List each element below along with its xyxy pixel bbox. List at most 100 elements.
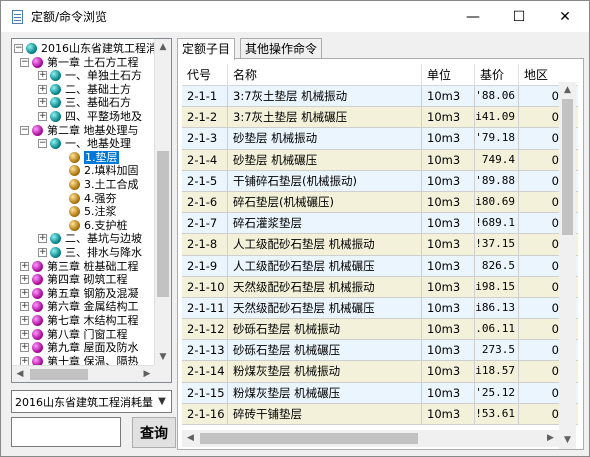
column-header-code[interactable]: 代号 <box>182 64 228 86</box>
tree-item[interactable]: 3.土工合成 <box>56 178 139 191</box>
scroll-right-icon[interactable]: ▶ <box>139 366 155 382</box>
tree-item-label: 第五章 钢筋及混凝 <box>47 286 139 300</box>
table-row[interactable]: 2-1-13 砂砾石垫层 机械碾压 10m3 273.5 0 <box>182 340 578 362</box>
table-row[interactable]: 2-1-15 粉煤灰垫层 机械碾压 10m3'25.12 0 <box>182 382 578 404</box>
expand-icon[interactable]: + <box>38 71 47 81</box>
column-header-base-price[interactable]: 基价 <box>475 64 519 86</box>
maximize-button[interactable]: ☐ <box>496 1 542 32</box>
table-row[interactable]: 2-1-10 天然级配砂石垫层 机械振动 10m3 i98.15 0 <box>182 276 578 298</box>
column-header-name[interactable]: 名称 <box>228 64 422 86</box>
cell-base-price: i80.69 <box>475 191 519 213</box>
scroll-right-icon[interactable]: ▶ <box>542 430 559 447</box>
table-row[interactable]: 2-1-2 3:7灰土垫层 机械碾压 10m3 i41.09 0 <box>182 107 578 129</box>
quota-library-select[interactable]: 2016山东省建筑工程消耗量 ▼ <box>11 390 172 413</box>
scroll-left-icon[interactable]: ◀ <box>182 430 199 447</box>
tree-item[interactable]: − 第二章 地基处理与 <box>20 124 139 137</box>
tree-vertical-scrollbar[interactable]: ▲ ▼ <box>154 39 171 366</box>
scroll-down-icon[interactable]: ▼ <box>559 432 576 449</box>
tree-item[interactable]: 1.垫层 <box>56 150 119 164</box>
table-row[interactable]: 2-1-11 天然级配砂石垫层 机械碾压 10m3 i86.13 0 <box>182 297 578 320</box>
tree-item[interactable]: + 第五章 钢筋及混凝 <box>20 287 139 300</box>
tree-vscroll-thumb[interactable] <box>157 151 169 297</box>
cell-region: 0 <box>551 110 559 125</box>
tree-item[interactable]: 4.强夯 <box>56 192 117 205</box>
tree-item[interactable]: + 四、平整场地及 <box>38 110 142 123</box>
tree-item[interactable]: 5.注浆 <box>56 205 117 218</box>
tree-item[interactable]: + 第八章 门窗工程 <box>20 328 128 341</box>
table-row[interactable]: 2-1-7 碎石灌浆垫层 10m3 !689.1 0 <box>182 213 578 235</box>
tree-item[interactable]: + 第九章 屋面及防水 <box>20 341 139 354</box>
table-row[interactable]: 2-1-16 碎砖干铺垫层 10m3 !53.61 0 <box>182 403 578 425</box>
collapse-icon[interactable]: − <box>20 125 29 135</box>
expand-icon[interactable]: + <box>20 302 29 312</box>
tree-item[interactable]: + 一、单独土石方 <box>38 69 142 82</box>
cell-code: 2-1-4 <box>182 149 228 170</box>
close-button[interactable]: ✕ <box>542 1 588 32</box>
expand-icon[interactable]: + <box>20 275 29 285</box>
tree-horizontal-scrollbar[interactable]: ◀ ▶ <box>12 365 155 382</box>
tree-item[interactable]: + 三、基础石方 <box>38 96 131 109</box>
minimize-button[interactable]: — <box>450 1 496 32</box>
table-row[interactable]: 2-1-12 砂砾石垫层 机械振动 10m3.06.11 0 <box>182 319 578 341</box>
tree-item[interactable]: − 第一章 土石方工程 <box>20 56 139 69</box>
cell-name: 粉煤灰垫层 机械碾压 <box>228 382 422 403</box>
expand-icon[interactable]: + <box>38 248 47 257</box>
tree-item[interactable]: + 二、基础土方 <box>38 83 131 96</box>
table-row[interactable]: 2-1-8 人工级配砂石垫层 机械振动 10m3 !37.15 0 <box>182 234 578 256</box>
tree-item[interactable]: − 2016山东省建筑工程消 <box>14 42 157 55</box>
column-header-unit[interactable]: 单位 <box>422 64 475 86</box>
tab-panel: 代号 名称 单位 基价 地区 2-1-1 3:7灰土垫层 机械振动 10m3'88.… <box>177 58 584 450</box>
tree-item[interactable]: 6.支护桩 <box>56 219 128 232</box>
scroll-left-icon[interactable]: ◀ <box>12 366 28 382</box>
tree-item[interactable]: + 第三章 桩基础工程 <box>20 260 139 273</box>
expand-icon[interactable]: + <box>38 98 47 108</box>
grid-horizontal-scrollbar[interactable]: ◀ ▶ <box>182 430 559 447</box>
table-row[interactable]: 2-1-5 干铺碎石垫层(机械振动) 10m3'89.88 0 <box>182 170 578 192</box>
tree-item-label: 第一章 土石方工程 <box>47 55 139 69</box>
expand-icon[interactable]: + <box>20 316 29 325</box>
search-input[interactable] <box>11 417 121 447</box>
tree-item[interactable]: + 第七章 木结构工程 <box>20 314 139 327</box>
tree-item[interactable]: − 一、地基处理 <box>38 137 131 150</box>
scroll-up-icon[interactable]: ▲ <box>559 82 576 99</box>
expand-icon[interactable]: + <box>38 112 47 121</box>
tab-other-commands[interactable]: 其他操作命令 <box>240 38 323 59</box>
chapter-tree[interactable]: + 第十章 保温、隔热 + 第九章 屋面及防水 + 第八章 门窗工程 + 第七章 木结构工程 +… <box>11 38 172 383</box>
expand-icon[interactable]: + <box>20 261 29 271</box>
grid-vscroll-thumb[interactable] <box>562 99 573 235</box>
cell-name: 碎石灌浆垫层 <box>228 213 422 234</box>
grid-header: 代号 名称 单位 基价 地区 <box>182 64 578 86</box>
table-row[interactable]: 2-1-6 碎石垫层(机械碾压) 10m3 i80.69 0 <box>182 191 578 214</box>
table-row[interactable]: 2-1-1 3:7灰土垫层 机械振动 10m3'88.06 0 <box>182 86 578 108</box>
collapse-icon[interactable]: − <box>38 139 47 149</box>
tree-item[interactable]: 2.填料加固 <box>56 164 139 177</box>
cell-region: 0 <box>551 279 559 294</box>
table-row[interactable]: 2-1-4 砂垫层 机械碾压 10m3 749.4 0 <box>182 149 578 171</box>
tree-item[interactable]: + 二、基坑与边坡 <box>38 232 142 245</box>
table-row[interactable]: 2-1-3 砂垫层 机械振动 10m3'79.18 0 <box>182 128 578 150</box>
table-row[interactable]: 2-1-9 人工级配砂石垫层 机械碾压 10m3 826.5 0 <box>182 255 578 277</box>
tree-item[interactable]: + 三、排水与降水 <box>38 246 142 259</box>
cell-base-price: !53.61 <box>475 403 519 424</box>
expand-icon[interactable]: + <box>20 329 29 339</box>
tree-item[interactable]: + 第四章 砌筑工程 <box>20 273 128 286</box>
tab-quota-items[interactable]: 定额子目 <box>177 38 236 60</box>
search-button[interactable]: 查询 <box>132 417 176 448</box>
scroll-up-icon[interactable]: ▲ <box>155 39 171 56</box>
expand-icon[interactable]: + <box>38 234 47 244</box>
collapse-icon[interactable]: − <box>14 44 23 53</box>
grid-vertical-scrollbar[interactable]: ▲ ▼ <box>559 82 576 449</box>
tree-item[interactable]: + 第六章 金属结构工 <box>20 300 139 313</box>
tree-hscroll-thumb[interactable] <box>30 369 88 380</box>
table-row[interactable]: 2-1-14 粉煤灰垫层 机械振动 10m3 i18.57 0 <box>182 361 578 383</box>
expand-icon[interactable]: + <box>20 343 29 353</box>
cell-code: 2-1-16 <box>182 403 228 424</box>
collapse-icon[interactable]: − <box>20 57 29 67</box>
expand-icon[interactable]: + <box>38 84 47 94</box>
column-header-region[interactable]: 地区 <box>519 64 561 86</box>
grid-hscroll-thumb[interactable] <box>200 433 418 444</box>
scroll-down-icon[interactable]: ▼ <box>155 349 171 366</box>
chevron-down-icon[interactable]: ▼ <box>153 391 171 412</box>
cell-region: 0 <box>551 152 559 167</box>
expand-icon[interactable]: + <box>20 288 29 298</box>
